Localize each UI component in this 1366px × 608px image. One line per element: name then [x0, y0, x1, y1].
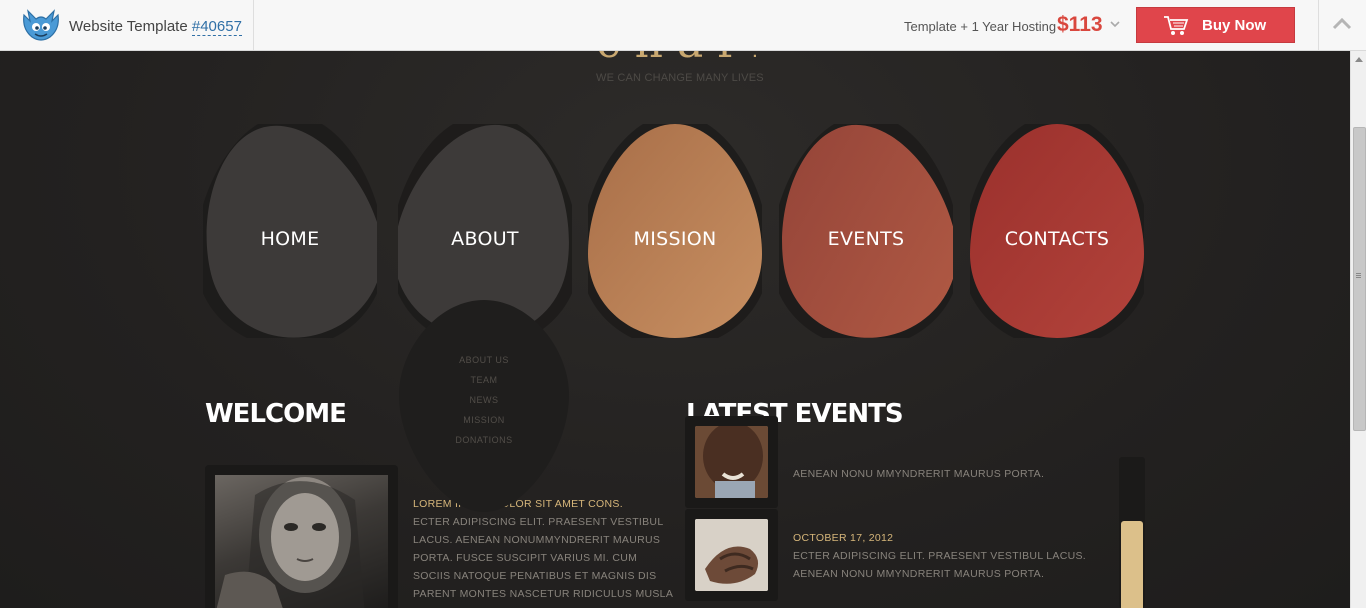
price-dropdown[interactable]: $113 — [1057, 13, 1103, 37]
event-1-text: AENEAN NONU MMYNDRERIT MAURUS PORTA. — [793, 468, 1045, 480]
submenu-item-news[interactable]: NEWS — [399, 395, 569, 405]
nav-contacts-label: CONTACTS — [1004, 228, 1110, 250]
events-scrollbar[interactable] — [1119, 457, 1145, 608]
nav-events[interactable]: EVENTS — [779, 124, 953, 338]
about-submenu: ABOUT US TEAM NEWS MISSION DONATIONS — [399, 300, 569, 512]
nav-mission-label: MISSION — [633, 228, 717, 250]
buy-now-label: Buy Now — [1202, 17, 1267, 34]
welcome-body: ECTER ADIPISCING ELIT. PRAESENT VESTIBUL… — [413, 516, 673, 608]
events-scroll-thumb[interactable] — [1121, 521, 1143, 608]
template-label: Website Template — [69, 18, 188, 35]
template-monster-logo-icon[interactable] — [20, 7, 62, 43]
chevron-down-icon[interactable] — [1108, 17, 1122, 31]
event-image-hands[interactable] — [695, 519, 768, 591]
nav-about-label: ABOUT — [451, 228, 519, 250]
template-number-link[interactable]: #40657 — [191, 18, 242, 36]
browser-scrollbar[interactable] — [1350, 51, 1366, 608]
scroll-grip-icon — [1356, 273, 1361, 274]
cart-icon — [1164, 16, 1189, 35]
submenu-item-mission[interactable]: MISSION — [399, 415, 569, 425]
divider — [253, 0, 254, 50]
welcome-photo-frame — [205, 465, 398, 608]
event-2-date: OCTOBER 17, 2012 — [793, 532, 894, 544]
template-title: Website Template #40657 — [69, 18, 242, 36]
nav-events-label: EVENTS — [827, 228, 905, 250]
chevron-up-icon[interactable] — [1330, 14, 1354, 34]
submenu-item-donations[interactable]: DONATIONS — [399, 435, 569, 445]
hosting-label: Template + 1 Year Hosting — [904, 19, 1057, 34]
nav-home[interactable]: HOME — [203, 124, 377, 338]
tagline: WE CAN CHANGE MANY LIVES — [596, 72, 764, 84]
scroll-up-arrow-icon[interactable] — [1355, 57, 1363, 62]
nav-mission[interactable]: MISSION — [588, 124, 762, 338]
event-thumb-frame — [685, 509, 778, 601]
event-thumb-frame — [685, 416, 778, 508]
buy-now-button[interactable]: Buy Now — [1136, 7, 1295, 43]
template-top-bar: Website Template #40657 Template + 1 Yea… — [0, 0, 1366, 51]
divider — [1318, 0, 1319, 50]
submenu-item-team[interactable]: TEAM — [399, 375, 569, 385]
event-image-child[interactable] — [695, 426, 768, 498]
hands-photo — [695, 519, 768, 591]
child-photo — [695, 426, 768, 498]
welcome-heading: WELCOME — [205, 399, 347, 429]
submenu-item-about-us[interactable]: ABOUT US — [399, 355, 569, 365]
nav-home-label: HOME — [260, 228, 320, 250]
girl-portrait-image — [216, 477, 365, 608]
website-preview: charity WE CAN CHANGE MANY LIVES HOME AB… — [0, 51, 1350, 608]
event-2-text: ECTER ADIPISCING ELIT. PRAESENT VESTIBUL… — [793, 550, 1087, 580]
browser-scroll-thumb[interactable] — [1353, 127, 1366, 431]
welcome-photo — [215, 475, 388, 608]
submenu-drop-shape — [399, 300, 569, 512]
brand-logo[interactable]: charity — [596, 51, 756, 63]
nav-contacts[interactable]: CONTACTS — [970, 124, 1144, 338]
